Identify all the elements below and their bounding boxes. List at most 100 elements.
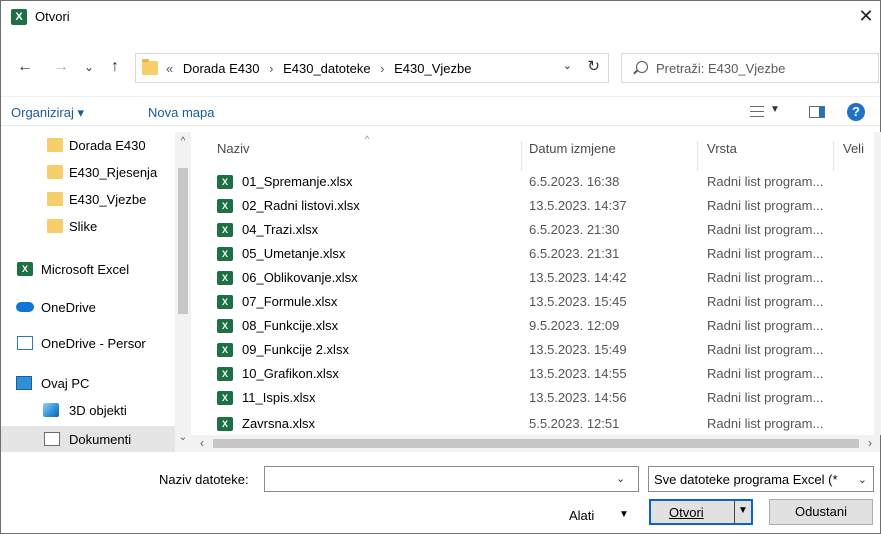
horizontal-scroll-thumb[interactable]: [213, 439, 859, 448]
onedrive-personal-icon: [17, 336, 33, 350]
scroll-left-icon[interactable]: ‹: [195, 436, 209, 450]
cancel-button[interactable]: Odustani: [769, 499, 873, 525]
address-bar[interactable]: « Dorada E430 › E430_datoteke › E430_Vje…: [135, 53, 609, 83]
file-row[interactable]: X 01_Spremanje.xlsx 6.5.2023. 16:38 Radn…: [191, 170, 880, 194]
organize-button[interactable]: Organiziraj ▾: [11, 105, 84, 121]
column-divider[interactable]: [521, 141, 522, 171]
open-button-label: Otvori: [669, 505, 704, 520]
refresh-icon[interactable]: ↻: [587, 57, 600, 75]
excel-file-icon: X: [217, 247, 233, 261]
sidebar-item-e430-rjesenja[interactable]: E430_Rjesenja: [1, 159, 175, 185]
excel-file-icon: X: [217, 417, 233, 431]
tools-button[interactable]: Alati ▼: [569, 508, 629, 523]
excel-icon: X: [11, 9, 27, 25]
new-folder-button[interactable]: Nova mapa: [148, 105, 214, 120]
chevron-down-icon[interactable]: ⌄: [616, 472, 625, 485]
file-row[interactable]: X 04_Trazi.xlsx 6.5.2023. 21:30 Radni li…: [191, 218, 880, 242]
folder-icon: [47, 165, 63, 179]
sidebar-item-e430-vjezbe[interactable]: E430_Vjezbe: [1, 186, 175, 212]
breadcrumb-separator[interactable]: ›: [380, 61, 384, 76]
chevron-down-icon[interactable]: ⌄: [563, 59, 572, 72]
folder-icon: [47, 192, 63, 206]
scroll-down-icon[interactable]: ⌄: [177, 432, 189, 444]
file-type: Radni list program...: [707, 174, 824, 189]
file-row[interactable]: X 07_Formule.xlsx 13.5.2023. 15:45 Radni…: [191, 290, 880, 314]
filename-input[interactable]: [264, 466, 639, 492]
chevron-down-icon[interactable]: ▼: [770, 104, 780, 115]
sidebar-item-label: 3D objekti: [69, 402, 127, 418]
file-row[interactable]: X 11_Ispis.xlsx 13.5.2023. 14:56 Radni l…: [191, 386, 880, 410]
command-bar: Organiziraj ▾ Nova mapa ▼ ?: [1, 96, 880, 126]
breadcrumb-overflow[interactable]: «: [166, 61, 173, 76]
column-header-size[interactable]: Veli: [843, 141, 864, 156]
view-options-icon[interactable]: [750, 106, 764, 117]
sidebar-item-label: OneDrive: [41, 299, 96, 315]
breadcrumb-dorada-e430[interactable]: Dorada E430: [183, 61, 260, 76]
file-type: Radni list program...: [707, 246, 824, 261]
up-arrow-icon[interactable]: ↑: [105, 57, 125, 77]
excel-file-icon: X: [217, 223, 233, 237]
open-button[interactable]: Otvori ▼: [649, 499, 753, 525]
column-header-date[interactable]: Datum izmjene: [529, 141, 616, 156]
navigation-pane: Dorada E430 E430_Rjesenja E430_Vjezbe Sl…: [1, 132, 191, 452]
column-header-type[interactable]: Vrsta: [707, 141, 737, 156]
file-row[interactable]: X Zavrsna.xlsx 5.5.2023. 12:51 Radni lis…: [191, 412, 880, 436]
file-row[interactable]: X 06_Oblikovanje.xlsx 13.5.2023. 14:42 R…: [191, 266, 880, 290]
sidebar-item-onedrive[interactable]: OneDrive: [1, 294, 175, 320]
file-date: 13.5.2023. 14:56: [529, 390, 627, 405]
file-name: 10_Grafikon.xlsx: [242, 366, 339, 381]
sidebar-item-dorada-e430[interactable]: Dorada E430: [1, 132, 175, 158]
documents-icon: [44, 432, 60, 446]
file-name: 05_Umetanje.xlsx: [242, 246, 346, 261]
search-placeholder[interactable]: Pretraži: E430_Vjezbe: [656, 61, 785, 76]
filename-label: Naziv datoteke:: [159, 472, 249, 487]
help-icon[interactable]: ?: [847, 103, 865, 121]
sidebar-item-ovaj-pc[interactable]: Ovaj PC: [1, 370, 175, 396]
sidebar-scroll-thumb[interactable]: [178, 168, 188, 314]
excel-file-icon: X: [217, 367, 233, 381]
sidebar-scrollbar[interactable]: ^ ⌄: [175, 132, 191, 452]
file-type-filter-value: Sve datoteke programa Excel (*: [654, 472, 838, 487]
breadcrumb-e430-datoteke[interactable]: E430_datoteke: [283, 61, 370, 76]
sidebar-item-slike[interactable]: Slike: [1, 213, 175, 239]
close-icon[interactable]: ✕: [856, 5, 876, 27]
sidebar-item-label: Microsoft Excel: [41, 261, 130, 277]
caret-down-icon: ▼: [619, 509, 629, 520]
column-divider[interactable]: [697, 141, 698, 171]
excel-file-icon: X: [217, 271, 233, 285]
file-list-horizontal-scrollbar[interactable]: ‹ ›: [191, 435, 880, 452]
file-date: 5.5.2023. 12:51: [529, 416, 620, 431]
file-name: 06_Oblikovanje.xlsx: [242, 270, 358, 285]
forward-arrow-icon[interactable]: →: [51, 57, 71, 77]
file-row[interactable]: X 09_Funkcije 2.xlsx 13.5.2023. 15:49 Ra…: [191, 338, 880, 362]
file-type-filter-dropdown[interactable]: Sve datoteke programa Excel (* ⌄: [648, 466, 874, 492]
sidebar-item-dokumenti[interactable]: Dokumenti: [1, 426, 175, 452]
scroll-right-icon[interactable]: ›: [863, 436, 877, 450]
breadcrumb-separator[interactable]: ›: [269, 61, 273, 76]
file-row[interactable]: X 02_Radni listovi.xlsx 13.5.2023. 14:37…: [191, 194, 880, 218]
file-row[interactable]: X 05_Umetanje.xlsx 6.5.2023. 21:31 Radni…: [191, 242, 880, 266]
sidebar-item-microsoft-excel[interactable]: X Microsoft Excel: [1, 256, 175, 282]
sidebar-item-onedrive-personal[interactable]: OneDrive - Persor: [1, 330, 175, 356]
column-divider[interactable]: [833, 141, 834, 171]
column-header-name[interactable]: Naziv: [217, 141, 250, 156]
scroll-up-icon[interactable]: ^: [177, 136, 189, 148]
file-type: Radni list program...: [707, 270, 824, 285]
file-row[interactable]: X 10_Grafikon.xlsx 13.5.2023. 14:55 Radn…: [191, 362, 880, 386]
search-box[interactable]: Pretraži: E430_Vjezbe: [621, 53, 879, 83]
recent-locations-chevron-icon[interactable]: ⌄: [79, 57, 99, 77]
sidebar-item-3d-objekti[interactable]: 3D objekti: [1, 397, 175, 423]
file-row[interactable]: X 08_Funkcije.xlsx 9.5.2023. 12:09 Radni…: [191, 314, 880, 338]
file-name: 07_Formule.xlsx: [242, 294, 338, 309]
file-name: 11_Ispis.xlsx: [242, 390, 316, 405]
dialog-title: Otvori: [35, 9, 70, 24]
back-arrow-icon[interactable]: ←: [15, 57, 35, 77]
open-options-caret-icon[interactable]: ▼: [738, 505, 748, 516]
file-type: Radni list program...: [707, 222, 824, 237]
title-bar: X Otvori ✕: [1, 1, 880, 33]
split-divider: [734, 501, 735, 523]
file-list-vertical-scrollbar[interactable]: [874, 132, 881, 435]
file-name: 04_Trazi.xlsx: [242, 222, 319, 237]
preview-pane-icon[interactable]: [809, 106, 825, 118]
breadcrumb-e430-vjezbe[interactable]: E430_Vjezbe: [394, 61, 471, 76]
